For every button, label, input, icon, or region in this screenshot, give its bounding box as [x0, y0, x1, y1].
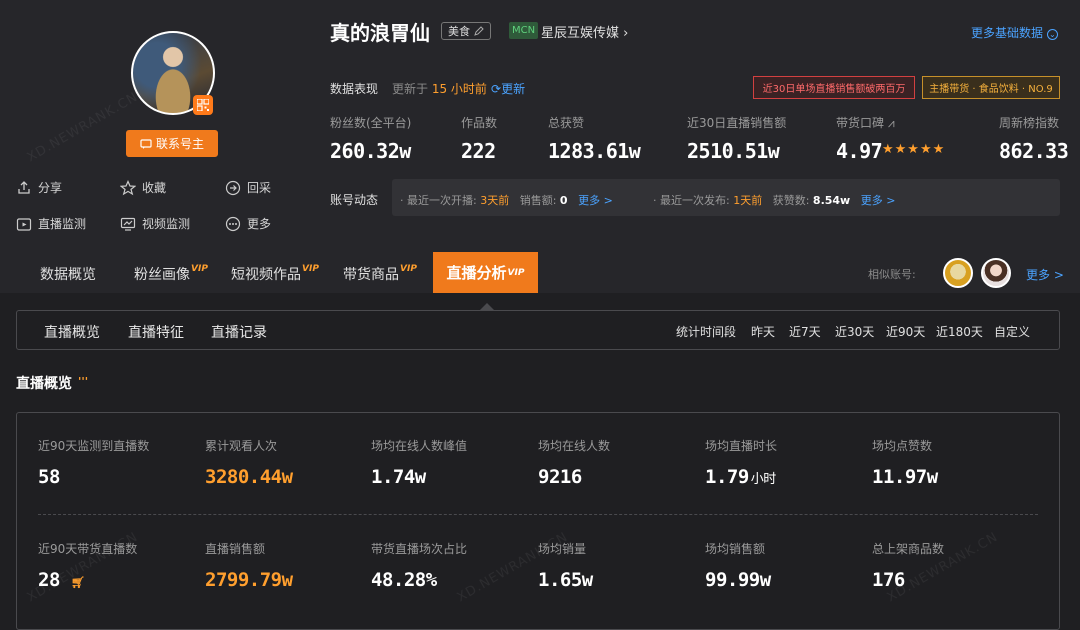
- stat-label: 近90天监测到直播数: [38, 439, 150, 453]
- tab-products[interactable]: 带货商品 VIP: [343, 264, 417, 284]
- tab-fans-profile[interactable]: 粉丝画像 VIP: [134, 264, 208, 284]
- stat-label: 场均点赞数: [872, 439, 933, 453]
- more-actions-button[interactable]: 更多: [225, 215, 271, 232]
- stat-value: 9216: [538, 466, 582, 488]
- section-title: 直播概览: [16, 376, 72, 392]
- metric-label-likes: 总获赞: [548, 116, 585, 130]
- stat-value: 48.28%: [371, 569, 437, 591]
- metric-value-works: 222: [461, 139, 496, 163]
- login-icon: [225, 180, 241, 195]
- period-90d[interactable]: 近90天: [886, 323, 925, 340]
- ranking-badge: 主播带货 · 食品饮料 · NO.9: [922, 76, 1060, 99]
- edit-icon: [474, 26, 484, 36]
- video-icon: [120, 217, 136, 231]
- stat-value: 1.65w: [538, 569, 593, 591]
- stat-label: 场均销售额: [705, 542, 766, 556]
- dynamic-last-live: · 最近一次开播: 3天前 销售额: 0 更多 >: [400, 194, 613, 207]
- more-basic-data-link[interactable]: 更多基础数据 ⌄: [971, 24, 1058, 41]
- star-icon: [120, 179, 136, 195]
- period-30d[interactable]: 近30天: [835, 323, 874, 340]
- stat-label: 带货直播场次占比: [371, 542, 468, 556]
- record-badge: 近30日单场直播销售额破两百万: [753, 76, 915, 99]
- period-label: 统计时间段: [676, 325, 737, 339]
- period-7d[interactable]: 近7天: [789, 323, 821, 340]
- live-monitor-button[interactable]: 直播监测: [16, 215, 86, 232]
- metric-label-weekly-index: 周新榜指数: [999, 116, 1060, 130]
- video-monitor-button[interactable]: 视频监测: [120, 215, 190, 232]
- more-post-link[interactable]: 更多 >: [861, 194, 896, 207]
- similar-account-avatar[interactable]: [943, 258, 973, 288]
- chevron-down-icon: ⌄: [1046, 29, 1058, 40]
- divider: [38, 514, 1038, 515]
- refresh-button[interactable]: ⟳更新: [491, 80, 525, 97]
- metric-label-works: 作品数: [461, 116, 498, 130]
- refresh-icon: ⟳: [491, 82, 502, 96]
- dynamic-title: 账号动态: [330, 193, 379, 207]
- metric-label-reputation: 带货口碑 ⩘: [836, 116, 895, 130]
- subtab-live-features[interactable]: 直播特征: [128, 322, 184, 342]
- subtab-live-records[interactable]: 直播记录: [211, 322, 267, 342]
- section-title-accent: ''': [78, 375, 89, 388]
- metric-value-reputation: 4.97: [836, 139, 883, 163]
- live-icon: [16, 217, 32, 231]
- metric-value-likes: 1283.61w: [548, 139, 641, 163]
- metric-label-live-sales: 近30日直播销售额: [687, 116, 787, 130]
- dynamic-last-post: · 最近一次发布: 1天前 获赞数: 8.54w 更多 >: [653, 194, 896, 207]
- similar-account-avatar[interactable]: [981, 258, 1011, 288]
- similar-accounts-label: 相似账号:: [868, 268, 916, 281]
- mcn-badge: MCN: [509, 22, 539, 39]
- stat-value: 1.74w: [371, 466, 426, 488]
- trend-icon: ⩘: [887, 116, 895, 130]
- stat-value: 176: [872, 569, 905, 591]
- qr-code-icon[interactable]: [193, 95, 213, 115]
- stat-label: 总上架商品数: [872, 542, 945, 556]
- chevron-right-icon: ›: [623, 26, 629, 41]
- contact-owner-label: 联系号主: [155, 137, 204, 151]
- stat-value: 11.97w: [872, 466, 938, 488]
- subtab-live-overview[interactable]: 直播概览: [44, 322, 100, 342]
- stat-value: 3280.44w: [205, 466, 293, 488]
- more-live-link[interactable]: 更多 >: [578, 194, 613, 207]
- contact-owner-button[interactable]: 联系号主: [126, 130, 218, 157]
- updated-info: 更新于 15 小时前: [392, 82, 487, 96]
- tab-short-videos[interactable]: 短视频作品 VIP: [231, 264, 319, 284]
- account-name: 真的浪胃仙: [330, 21, 430, 45]
- stat-label: 累计观看人次: [205, 439, 278, 453]
- cart-icon: 🛒︎: [70, 576, 85, 589]
- stat-label: 直播销售额: [205, 542, 266, 556]
- period-yesterday[interactable]: 昨天: [751, 323, 775, 340]
- stat-value: 28 🛒︎: [38, 569, 85, 591]
- performance-title: 数据表现: [330, 82, 379, 96]
- more-similar-link[interactable]: 更多 >: [1026, 266, 1064, 283]
- metric-value-fans: 260.32w: [330, 139, 411, 163]
- more-icon: [225, 216, 241, 231]
- favorite-button[interactable]: 收藏: [120, 179, 166, 196]
- tab-overview[interactable]: 数据概览: [40, 264, 96, 284]
- stat-label: 场均在线人数: [538, 439, 611, 453]
- metric-value-live-sales: 2510.51w: [687, 139, 780, 163]
- active-tab-pointer: [480, 303, 494, 310]
- mcn-name-link[interactable]: 星辰互娱传媒 ›: [541, 22, 628, 41]
- share-icon: [18, 180, 30, 194]
- recollect-button[interactable]: 回采: [225, 179, 271, 196]
- chat-icon: [140, 138, 152, 149]
- stat-value: 2799.79w: [205, 569, 293, 591]
- rating-stars: ★★★★★: [882, 142, 946, 157]
- stat-value: 1.79 小时: [705, 466, 776, 488]
- metric-label-fans: 粉丝数(全平台): [330, 116, 412, 130]
- tab-live-analysis[interactable]: 直播分析 VIP: [433, 252, 538, 293]
- period-custom[interactable]: 自定义: [994, 323, 1030, 340]
- metric-value-weekly-index: 862.33: [999, 139, 1069, 163]
- share-button[interactable]: 分享: [16, 179, 62, 196]
- stat-label: 场均在线人数峰值: [371, 439, 468, 453]
- stat-label: 场均销量: [538, 542, 587, 556]
- stat-label: 场均直播时长: [705, 439, 778, 453]
- stat-value: 99.99w: [705, 569, 771, 591]
- period-180d[interactable]: 近180天: [936, 323, 983, 340]
- stat-label: 近90天带货直播数: [38, 542, 138, 556]
- stat-value: 58: [38, 466, 60, 488]
- category-tag[interactable]: 美食: [441, 22, 491, 40]
